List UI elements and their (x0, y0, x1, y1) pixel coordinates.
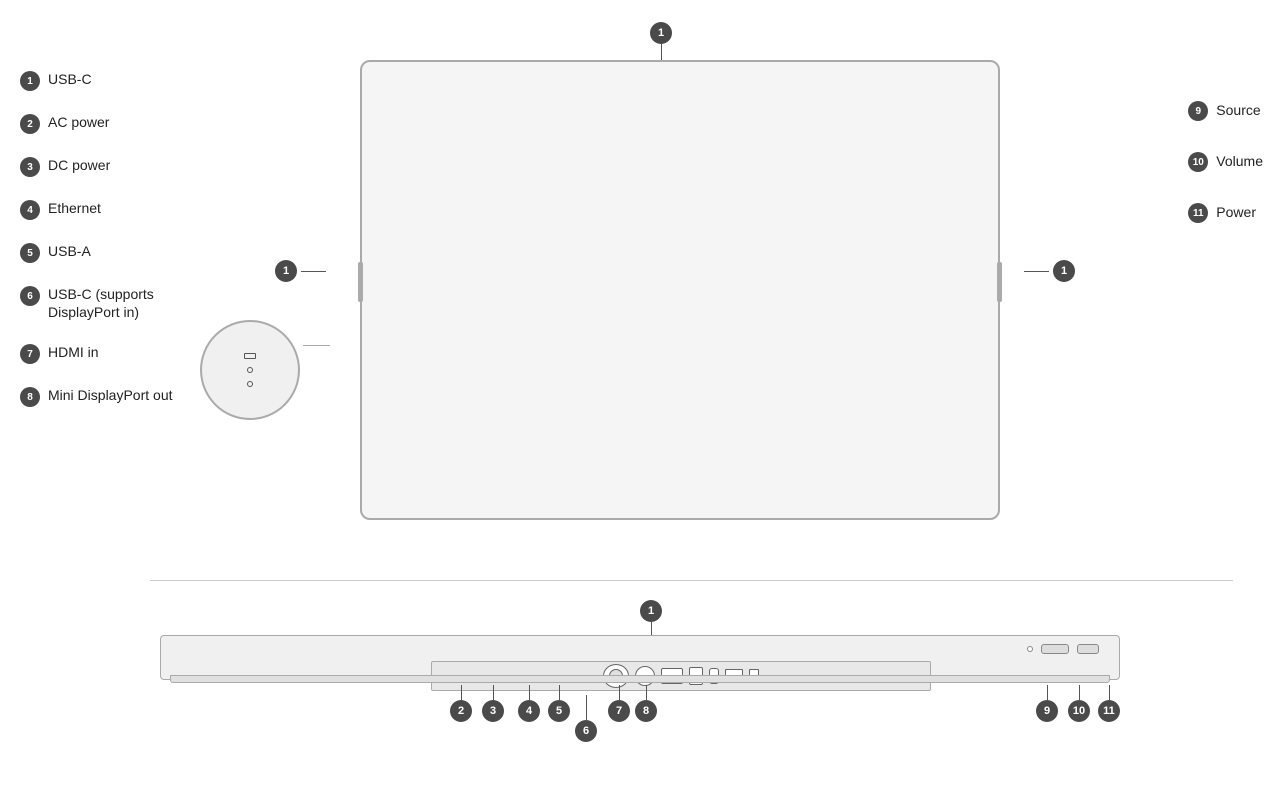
bottom-badge-1-circle: 1 (640, 600, 662, 622)
bottom-port-badge-7: 7 (608, 685, 630, 722)
label-text-4: Ethernet (48, 199, 101, 217)
label-item-7: 7 HDMI in (20, 343, 173, 364)
device-stand (170, 675, 1110, 683)
bottom-port-badge-6: 6 (575, 695, 597, 742)
bottom-port-badge-11: 11 (1098, 685, 1120, 722)
label-item-4: 4 Ethernet (20, 199, 173, 220)
badge-circle-6: 6 (575, 720, 597, 742)
badge-circle-8: 8 (635, 700, 657, 722)
port-rect-detail (244, 353, 256, 359)
badge-circle-9: 9 (1036, 700, 1058, 722)
bottom-port-badge-2: 2 (450, 685, 472, 722)
badge-circle-5: 5 (548, 700, 570, 722)
volume-button (1041, 644, 1069, 654)
left-edge-tab (358, 262, 363, 302)
right-labels: 9 Source 10 Volume 11 Power (1188, 100, 1263, 223)
right-label-10: 10 Volume (1188, 151, 1263, 172)
right-side-controls (1027, 644, 1099, 654)
label-text-2: AC power (48, 113, 109, 131)
bottom-section: 1 (0, 590, 1283, 800)
left-labels: 1 USB-C 2 AC power 3 DC power 4 Ethernet… (20, 70, 173, 407)
badge-circle-10: 10 (1068, 700, 1090, 722)
badge-1: 1 (20, 71, 40, 91)
zoom-circle (200, 320, 300, 420)
label-text-10: Volume (1216, 152, 1263, 170)
badge-3: 3 (20, 157, 40, 177)
label-text-5: USB-A (48, 242, 91, 260)
device-body (160, 635, 1120, 680)
label-text-9: Source (1216, 101, 1260, 119)
bottom-port-badge-5: 5 (548, 685, 570, 722)
badge-10: 10 (1188, 152, 1208, 172)
label-text-11: Power (1216, 203, 1256, 221)
bottom-port-badge-4: 4 (518, 685, 540, 722)
badge-11: 11 (1188, 203, 1208, 223)
bottom-port-badge-9: 9 (1036, 685, 1058, 722)
label-item-2: 2 AC power (20, 113, 173, 134)
bottom-device-diagram: 1 (160, 620, 1120, 740)
top-section: 1 USB-C 2 AC power 3 DC power 4 Ethernet… (0, 20, 1283, 570)
bottom-port-badge-10: 10 (1068, 685, 1090, 722)
monitor-left-badge-area: 1 (275, 260, 326, 282)
badge-6: 6 (20, 286, 40, 306)
divider-line (150, 580, 1233, 581)
bottom-port-badge-8: 8 (635, 685, 657, 722)
right-edge-tab (997, 262, 1002, 302)
port-circle-detail-2 (247, 381, 253, 387)
label-item-8: 8 Mini DisplayPort out (20, 386, 173, 407)
label-text-1: USB-C (48, 70, 92, 88)
badge-8: 8 (20, 387, 40, 407)
badge-4: 4 (20, 200, 40, 220)
bottom-badge-1: 1 (640, 600, 662, 637)
monitor-badge-1-top: 1 (650, 22, 672, 44)
badge-2: 2 (20, 114, 40, 134)
monitor-badge-right: 1 (1053, 260, 1075, 282)
monitor-right-badge-area: 1 (1024, 260, 1075, 282)
badge-9: 9 (1188, 101, 1208, 121)
badge-5: 5 (20, 243, 40, 263)
port-circle-detail (247, 367, 253, 373)
monitor-badge-left: 1 (275, 260, 297, 282)
badge-circle-4: 4 (518, 700, 540, 722)
label-text-3: DC power (48, 156, 110, 174)
port-detail-zoom (244, 353, 256, 387)
source-dot (1027, 646, 1033, 652)
label-item-1: 1 USB-C (20, 70, 173, 91)
badge-circle-7: 7 (608, 700, 630, 722)
monitor-top-badge-area: 1 (650, 22, 672, 64)
label-text-8: Mini DisplayPort out (48, 386, 173, 404)
label-item-6: 6 USB-C (supports DisplayPort in) (20, 285, 173, 321)
badge-circle-2: 2 (450, 700, 472, 722)
monitor-frame (360, 60, 1000, 520)
badge-7: 7 (20, 344, 40, 364)
power-button (1077, 644, 1099, 654)
label-item-3: 3 DC power (20, 156, 173, 177)
monitor-diagram: 1 1 1 (330, 40, 1010, 530)
label-item-5: 5 USB-A (20, 242, 173, 263)
badge-circle-3: 3 (482, 700, 504, 722)
badge-circle-11: 11 (1098, 700, 1120, 722)
right-label-11: 11 Power (1188, 202, 1263, 223)
label-text-7: HDMI in (48, 343, 99, 361)
label-text-6: USB-C (supports DisplayPort in) (48, 285, 154, 321)
bottom-port-badge-3: 3 (482, 685, 504, 722)
right-label-9: 9 Source (1188, 100, 1263, 121)
zoom-connector-line (303, 345, 330, 346)
page-container: 1 USB-C 2 AC power 3 DC power 4 Ethernet… (0, 0, 1283, 807)
